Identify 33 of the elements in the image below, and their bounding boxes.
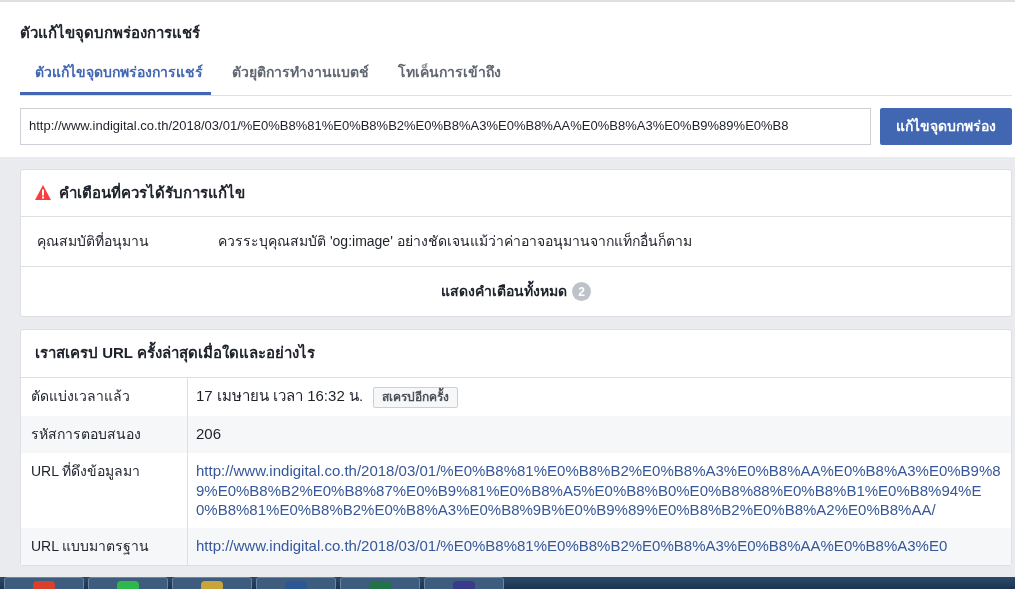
app-icon (285, 581, 307, 589)
scrape-section-title: เราสเครป URL ครั้งล่าสุดเมื่อใดและอย่างไร (35, 342, 315, 365)
url-link[interactable]: http://www.indigital.co.th/2018/03/01/%E0%B8%81%E0%B8%B2%E0%B8%A3%E0%B8%AA%E0%B8%A3%E0%B9%89%E0%B8%B2%E0%B8%87%E0%B9%81%E0%B8%A5%E0%B8%B0%E0%B8%88%E0%B8%B1%E0%B8%94%E0%B8%81%E0%B8%B2%E0%B8%A3%E0%B8%9B%E0%B9%89%E0%B8%B2%E0%B8%A2%E0%B8%AA/ (196, 461, 1003, 520)
show-all-warnings-link[interactable]: แสดงคำเตือนทั้งหมด (441, 281, 567, 302)
url-input-field[interactable]: http://www.indigital.co.th/2018/03/01/%E0%B8%81%E0%B8%B2%E0%B8%A3%E0%B8%AA%E0%B8%A3%E0%B9%89%E0%B8 (20, 107, 871, 145)
taskbar-button[interactable] (340, 577, 420, 589)
app-icon (453, 581, 475, 589)
scrape-again-button[interactable]: สเครปอีกครั้ง (373, 386, 459, 409)
app-icon (369, 581, 391, 589)
app-icon (117, 581, 139, 589)
row-label: URL แบบมาตรฐาน (21, 527, 188, 565)
warning-label: คุณสมบัติที่อนุมาน (37, 231, 150, 252)
tab[interactable]: ตัวยุติการทำงานแบตช์ (217, 56, 377, 95)
row-value: 206 (196, 425, 222, 443)
tab[interactable]: ตัวแก้ไขจุดบกพร่องการแชร์ (20, 56, 211, 95)
tab[interactable]: โทเค็นการเข้าถึง (383, 56, 509, 95)
debug-button[interactable]: แก้ไขจุดบกพร่อง (880, 107, 1012, 145)
taskbar-button[interactable] (424, 577, 504, 589)
page-title: ตัวแก้ไขจุดบกพร่องการแชร์ (20, 22, 201, 45)
taskbar-button[interactable] (4, 577, 84, 589)
row-label: URL ที่ดึงข้อมูลมา (21, 453, 188, 528)
taskbar-button[interactable] (172, 577, 252, 589)
url-link[interactable]: http://www.indigital.co.th/2018/03/01/%E0%B8%81%E0%B8%B2%E0%B8%A3%E0%B8%AA%E0%B8%A3%E0 (196, 535, 1003, 556)
warning-icon (35, 185, 51, 201)
taskbar-button[interactable] (256, 577, 336, 589)
warning-message: ควรระบุคุณสมบัติ 'og:image' อย่างชัดเจนแม้ว่าค่าอาจอนุมานจากแท็กอื่นก็ตาม (218, 231, 692, 252)
row-label: รหัสการตอบสนอง (21, 416, 188, 454)
warnings-title: คำเตือนที่ควรได้รับการแก้ไข (59, 181, 245, 203)
warning-count: 2 (572, 282, 591, 301)
row-value: 17 เมษายน เวลา 16:32 น. (196, 386, 364, 404)
taskbar-button[interactable] (88, 577, 168, 589)
app-icon (33, 581, 55, 589)
app-icon (201, 581, 223, 589)
